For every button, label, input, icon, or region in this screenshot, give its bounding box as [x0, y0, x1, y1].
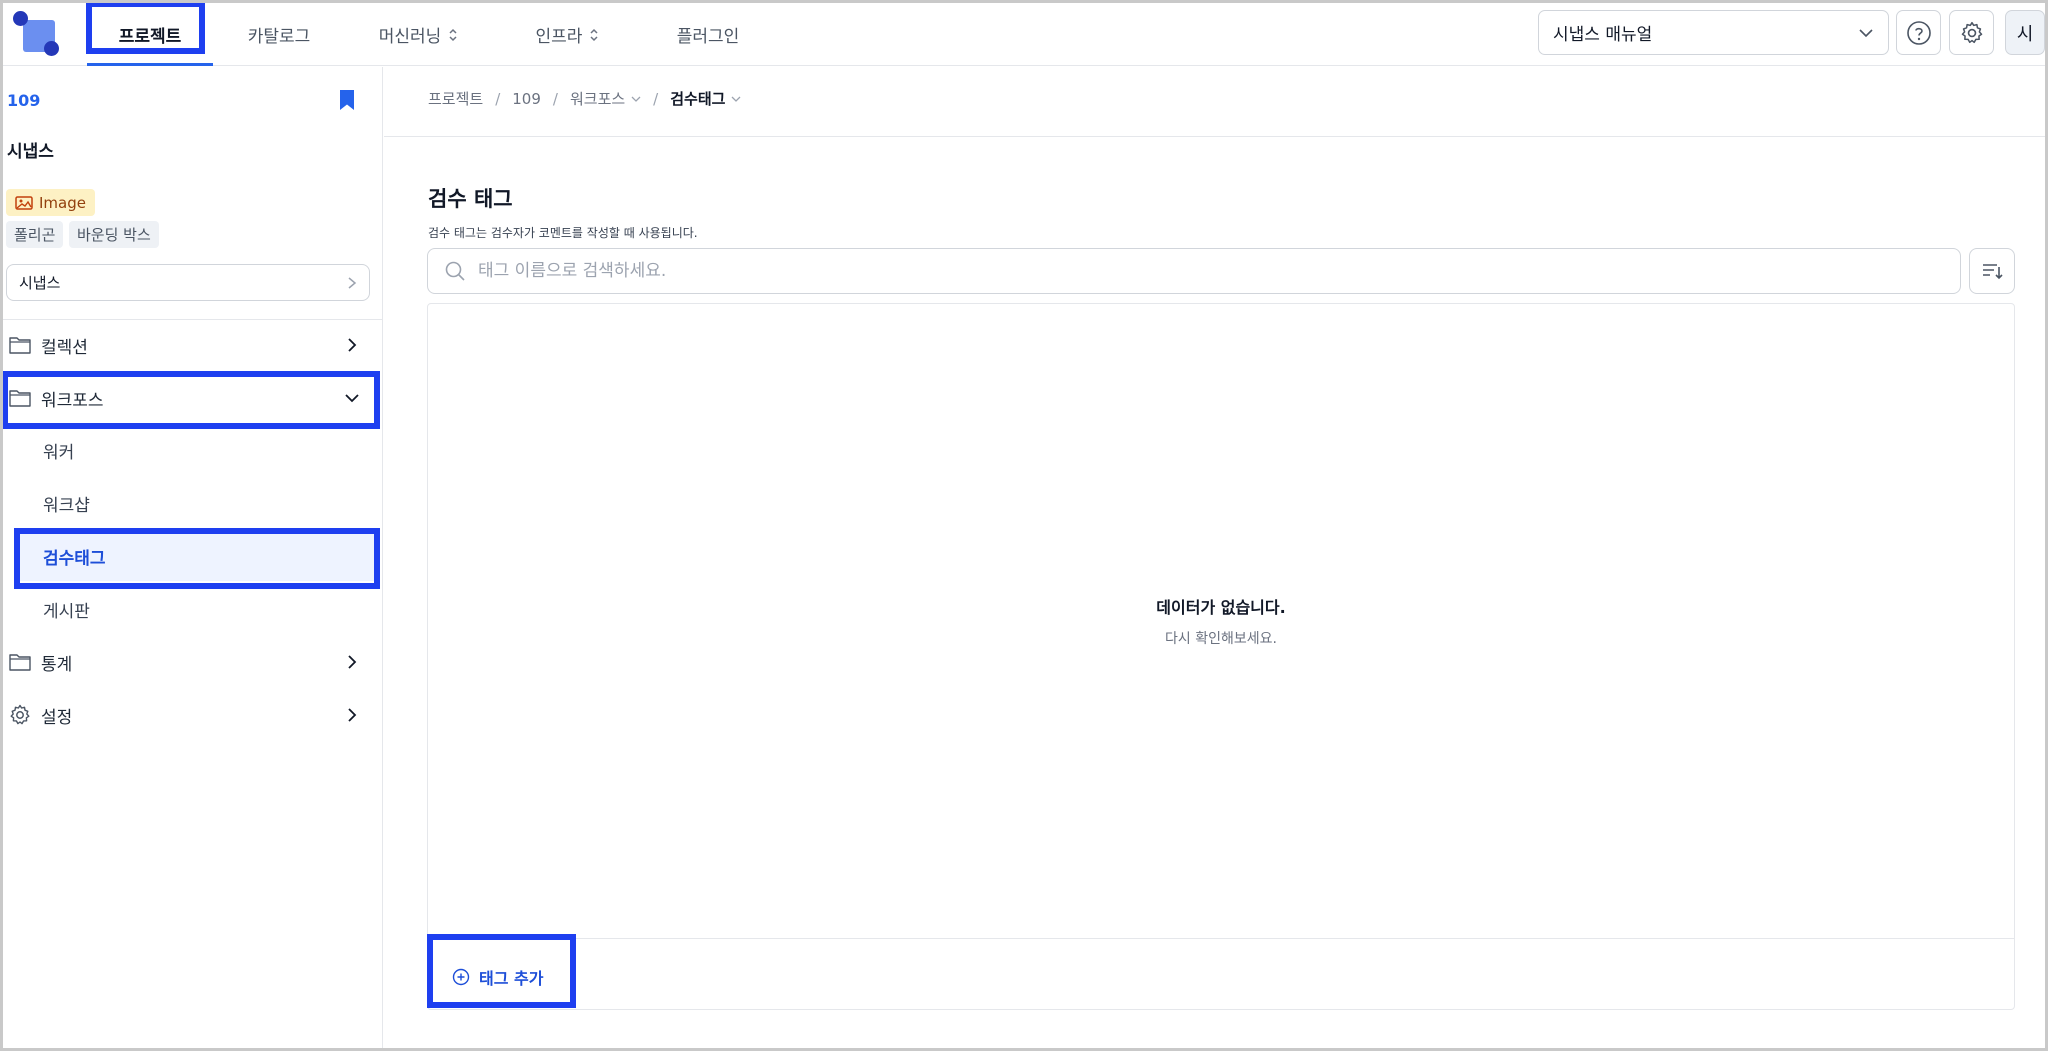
gear-icon: [1961, 21, 1982, 43]
breadcrumb-item-project-id[interactable]: 109: [512, 90, 541, 108]
chevron-right-icon: [348, 655, 357, 669]
header-divider: [384, 136, 2045, 137]
chevron-right-icon: [348, 708, 357, 722]
sort-icon: [1983, 264, 2003, 280]
breadcrumb-item-workforce[interactable]: 워크포스: [570, 88, 641, 109]
project-name: 시냅스: [7, 142, 54, 162]
sort-button[interactable]: [1969, 248, 2015, 294]
sidebar-subitem-review-tag[interactable]: 검수태그: [16, 531, 378, 581]
tag-search-box[interactable]: [427, 248, 1961, 294]
user-avatar[interactable]: 시: [2005, 10, 2045, 55]
folder-open-icon: [9, 390, 31, 407]
gear-icon: [10, 704, 30, 725]
chevron-updown-icon: [449, 28, 457, 41]
sidebar-subitem-worker[interactable]: 워커: [16, 425, 378, 475]
breadcrumb-separator: /: [552, 89, 558, 108]
panel-footer-divider: [428, 938, 2014, 939]
nav-tab-project[interactable]: 프로젝트: [87, 3, 213, 66]
sidebar-item-workforce[interactable]: 워크포스: [3, 373, 383, 423]
workspace-select[interactable]: 시냅스: [6, 264, 370, 301]
tag-search-input[interactable]: [478, 261, 1878, 281]
nav-tab-infra[interactable]: 인프라: [523, 3, 613, 66]
breadcrumb-item-project[interactable]: 프로젝트: [428, 88, 483, 109]
empty-state-title: 데이터가 없습니다.: [1156, 598, 1286, 617]
image-icon: [15, 195, 33, 210]
manual-select[interactable]: 시냅스 매뉴얼: [1538, 10, 1889, 55]
chevron-down-icon: [345, 394, 359, 403]
chevron-right-icon: [348, 338, 357, 352]
breadcrumb-separator: /: [653, 89, 659, 108]
plus-circle-icon: [452, 968, 470, 986]
chevron-down-icon: [1859, 28, 1873, 37]
sidebar-item-settings[interactable]: 설정: [3, 690, 383, 740]
breadcrumb: 프로젝트 / 109 / 워크포스 / 검수태그: [428, 88, 741, 109]
nav-tab-machine-learning[interactable]: 머신러닝: [369, 3, 469, 66]
sidebar-item-stats[interactable]: 통계: [3, 637, 383, 687]
sidebar-subitem-board[interactable]: 게시판: [16, 584, 378, 634]
add-tag-button[interactable]: 태그 추가: [452, 957, 543, 997]
chevron-updown-icon: [590, 28, 598, 41]
app-logo[interactable]: [13, 11, 59, 56]
folder-icon: [9, 337, 31, 354]
project-id: 109: [7, 91, 41, 110]
settings-button[interactable]: [1949, 10, 1994, 55]
sidebar-item-collection[interactable]: 컬렉션: [3, 320, 383, 370]
bookmark-icon[interactable]: [338, 89, 356, 111]
page-description: 검수 태그는 검수자가 코멘트를 작성할 때 사용됩니다.: [428, 226, 698, 240]
data-type-badge: Image: [6, 189, 95, 216]
help-button[interactable]: [1896, 10, 1941, 55]
chevron-down-icon: [731, 96, 741, 102]
search-icon: [445, 261, 465, 281]
sidebar-subitem-workshop[interactable]: 워크샵: [16, 478, 378, 528]
sidebar: 109 시냅스 Image 폴리곤 바운딩 박스 시냅스 컬렉션 워크포스 워커…: [3, 67, 383, 1048]
page-title: 검수 태그: [428, 187, 513, 211]
tag-list-panel: 데이터가 없습니다. 다시 확인해보세요. 태그 추가: [427, 303, 2015, 1010]
chevron-right-icon: [348, 276, 357, 289]
question-circle-icon: [1906, 20, 1931, 45]
top-navigation: 프로젝트 카탈로그 머신러닝 인프라 플러그인 시냅스 매뉴얼 시: [3, 3, 2045, 66]
breadcrumb-item-current[interactable]: 검수태그: [670, 88, 741, 109]
chevron-down-icon: [631, 96, 641, 102]
annotation-chip-bounding-box: 바운딩 박스: [69, 221, 159, 248]
nav-tab-catalog[interactable]: 카탈로그: [229, 3, 329, 66]
nav-tab-plugin[interactable]: 플러그인: [663, 3, 753, 66]
breadcrumb-separator: /: [495, 89, 501, 108]
folder-icon: [9, 654, 31, 671]
annotation-chip-polygon: 폴리곤: [6, 221, 64, 248]
empty-state-subtitle: 다시 확인해보세요.: [1165, 631, 1277, 647]
